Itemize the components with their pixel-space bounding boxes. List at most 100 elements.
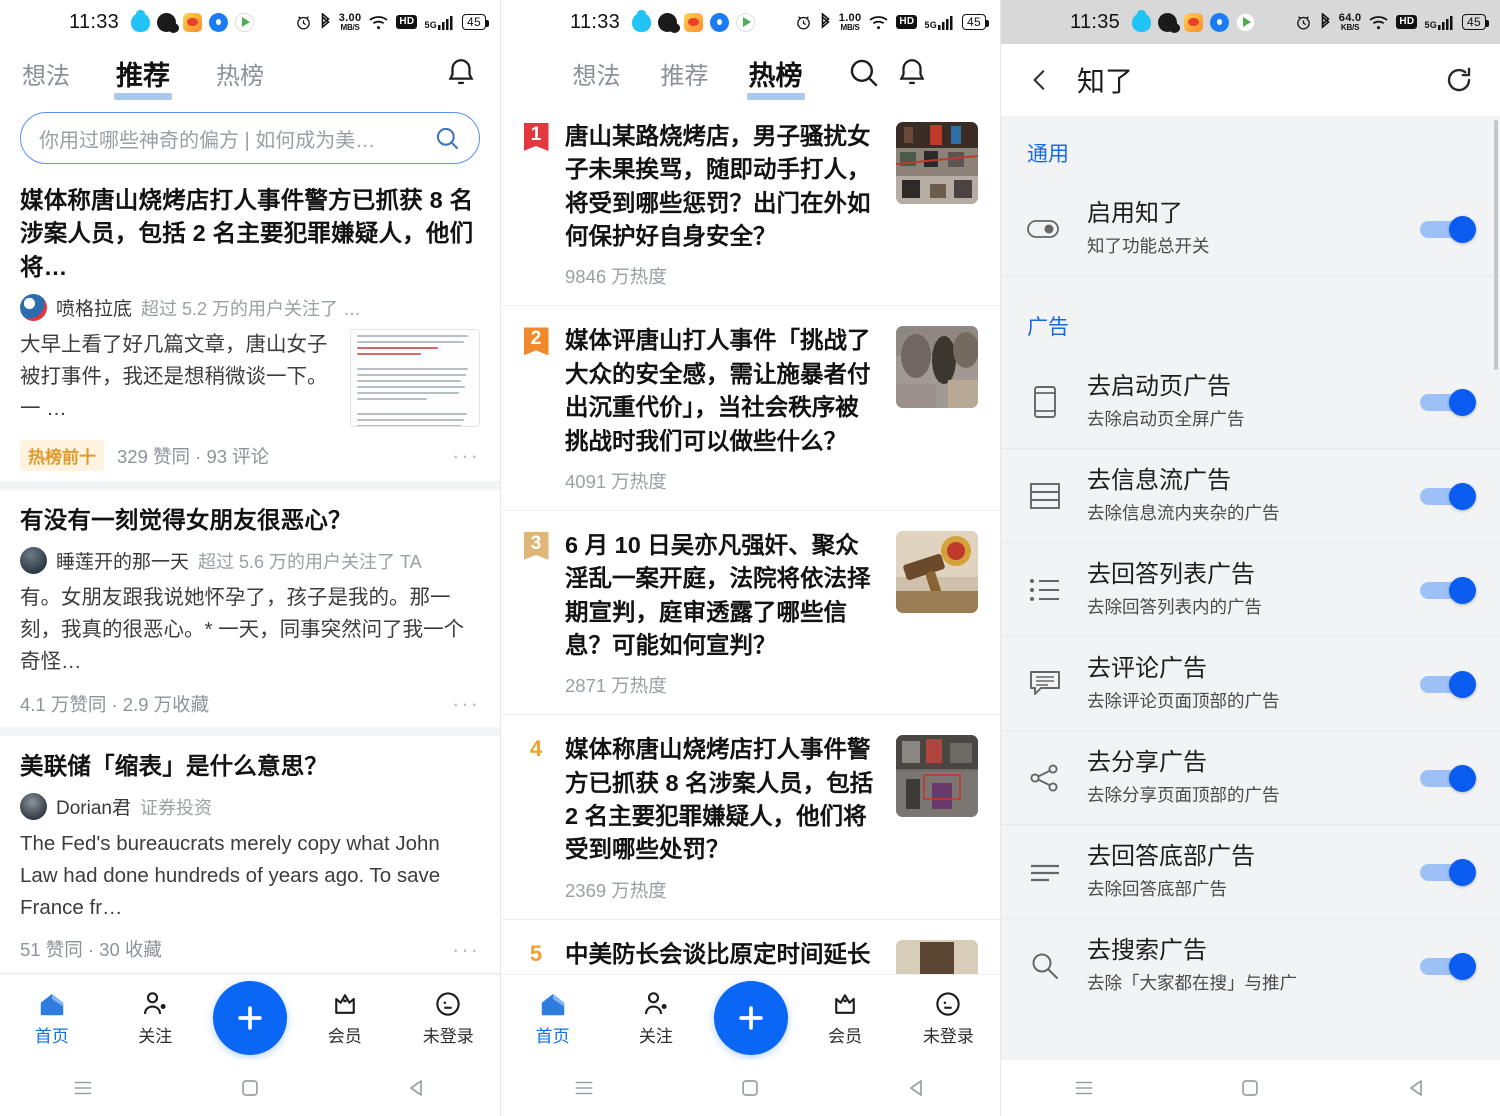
plus-icon bbox=[233, 1001, 267, 1035]
feed-card[interactable]: 有没有一刻觉得女朋友很恶心？ 睡莲开的那一天 超过 5.6 万的用户关注了 TA… bbox=[0, 490, 500, 727]
bell-icon[interactable] bbox=[444, 56, 478, 90]
bullet-list-icon bbox=[1025, 577, 1065, 603]
play-store-icon bbox=[235, 13, 254, 32]
settings-body[interactable]: 通用 启用知了 知了功能总开关 广告 去启动页广告 去除启动页全屏广告 bbox=[1001, 116, 1500, 1060]
avatar bbox=[20, 294, 47, 321]
settings-toggle[interactable] bbox=[1420, 767, 1476, 789]
panel-settings-zhiliao: 11:35 64.0KB/S HD 5G 45 知了 通用 bbox=[1000, 0, 1500, 1116]
compose-fab[interactable] bbox=[714, 981, 788, 1055]
settings-row-splash-ads[interactable]: 去启动页广告 去除启动页全屏广告 bbox=[1001, 355, 1500, 448]
android-home-button[interactable] bbox=[667, 1076, 833, 1100]
status-right-icons: 3.00MB/S HD 5G 45 bbox=[295, 13, 486, 32]
settings-toggle[interactable] bbox=[1420, 955, 1476, 977]
search-box[interactable]: 你用过哪些神奇的偏方 | 如何成为美… bbox=[20, 112, 480, 164]
settings-toggle[interactable] bbox=[1420, 391, 1476, 413]
wechat-icon bbox=[157, 13, 176, 32]
feed-card[interactable]: 媒体称唐山烧烤店打人事件警方已抓获 8 名涉案人员，包括 2 名主要犯罪嫌疑人，… bbox=[0, 170, 500, 481]
android-back-button[interactable] bbox=[333, 1076, 500, 1100]
settings-toggle[interactable] bbox=[1420, 485, 1476, 507]
panel-feed-recommend: 11:33 3.00MB/S HD 5G 45 想法 推荐 热榜 你用 bbox=[0, 0, 500, 1116]
home-square-icon bbox=[238, 1076, 262, 1100]
street-incident-photo bbox=[896, 735, 978, 817]
android-menu-button[interactable] bbox=[0, 1077, 167, 1099]
tab-想法[interactable]: 想法 bbox=[22, 56, 70, 91]
settings-toggle[interactable] bbox=[1420, 579, 1476, 601]
android-home-button[interactable] bbox=[1167, 1076, 1333, 1100]
nav-item-member[interactable]: 会员 bbox=[293, 989, 397, 1047]
app-blue-icon bbox=[1210, 13, 1229, 32]
tab-热榜[interactable]: 热榜 bbox=[749, 54, 803, 93]
more-options-icon[interactable]: ··· bbox=[452, 449, 480, 462]
hot-heat: 2369 万热度 bbox=[565, 877, 880, 903]
more-options-icon[interactable]: ··· bbox=[452, 697, 480, 710]
signal-icon: 5G bbox=[924, 15, 955, 30]
android-home-button[interactable] bbox=[167, 1076, 334, 1100]
scrollbar[interactable] bbox=[1494, 120, 1498, 370]
search-input[interactable]: 你用过哪些神奇的偏方 | 如何成为美… bbox=[39, 124, 426, 153]
settings-description: 去除回答底部广告 bbox=[1087, 876, 1398, 901]
back-chevron-icon[interactable] bbox=[1027, 65, 1053, 95]
nav-item-home[interactable]: 首页 bbox=[0, 989, 104, 1047]
feed-tabs-2: 想法 推荐 热榜 bbox=[501, 44, 1000, 102]
search-icon[interactable] bbox=[434, 125, 461, 152]
bbq-restaurant-photo bbox=[896, 122, 978, 204]
section-title-ads: 广告 bbox=[1001, 289, 1500, 355]
crown-icon bbox=[829, 989, 861, 1019]
settings-label: 去信息流广告 bbox=[1087, 466, 1398, 496]
bottom-navigation-2: 首页 关注 会员 未登录 bbox=[501, 974, 1000, 1060]
rank-number: 4 bbox=[530, 736, 542, 902]
feed-card[interactable]: 美联储「缩表」是什么意思？ Dorian君 证券投资 The Fed's bur… bbox=[0, 736, 500, 973]
android-system-nav-3 bbox=[1001, 1060, 1500, 1116]
settings-toggle[interactable] bbox=[1420, 861, 1476, 883]
nav-item-account[interactable]: 未登录 bbox=[397, 989, 501, 1047]
card-stats: 51 赞同 · 30 收藏 bbox=[20, 936, 162, 962]
hot-thumbnail bbox=[896, 326, 978, 408]
settings-row-enable[interactable]: 启用知了 知了功能总开关 bbox=[1001, 182, 1500, 275]
phone-splash-icon bbox=[1025, 385, 1065, 419]
settings-toggle[interactable] bbox=[1420, 673, 1476, 695]
android-back-button[interactable] bbox=[834, 1076, 1000, 1100]
compose-fab[interactable] bbox=[213, 981, 287, 1055]
card-footer: 热榜前十 329 赞同 · 93 评论 ··· bbox=[20, 440, 480, 471]
account-icon bbox=[432, 989, 464, 1019]
author-name[interactable]: 睡莲开的那一天 bbox=[56, 547, 189, 574]
nav-item-account[interactable]: 未登录 bbox=[897, 989, 1000, 1047]
author-name[interactable]: 喷格拉底 bbox=[56, 294, 132, 321]
bluetooth-icon bbox=[819, 13, 832, 31]
hot-list-item[interactable]: 3 6 月 10 日吴亦凡强奸、聚众淫乱一案开庭，法院将依法择期宣判，庭审透露了… bbox=[501, 510, 1000, 714]
search-icon bbox=[1025, 951, 1065, 981]
hot-list-item[interactable]: 2 媒体评唐山打人事件「挑战了大众的安全感，需让施暴者付出沉重代价」，当社会秩序… bbox=[501, 305, 1000, 509]
settings-toggle[interactable] bbox=[1420, 218, 1476, 240]
tab-推荐[interactable]: 推荐 bbox=[661, 56, 709, 91]
hot-list-item[interactable]: 4 媒体称唐山烧烤店打人事件警方已抓获 8 名涉案人员，包括 2 名主要犯罪嫌疑… bbox=[501, 714, 1000, 918]
settings-row-answer-list-ads[interactable]: 去回答列表广告 去除回答列表内的广告 bbox=[1001, 542, 1500, 636]
tab-热榜[interactable]: 热榜 bbox=[216, 56, 264, 91]
nav-item-member[interactable]: 会员 bbox=[794, 989, 897, 1047]
settings-row-share-ads[interactable]: 去分享广告 去除分享页面顶部的广告 bbox=[1001, 730, 1500, 824]
more-options-icon[interactable]: ··· bbox=[452, 943, 480, 956]
tab-想法[interactable]: 想法 bbox=[573, 56, 621, 91]
tab-推荐[interactable]: 推荐 bbox=[116, 54, 170, 93]
settings-row-comment-ads[interactable]: 去评论广告 去除评论页面顶部的广告 bbox=[1001, 636, 1500, 730]
settings-row-feed-ads[interactable]: 去信息流广告 去除信息流内夹杂的广告 bbox=[1001, 448, 1500, 542]
nav-item-follow[interactable]: 关注 bbox=[104, 989, 208, 1047]
search-icon[interactable] bbox=[847, 56, 881, 90]
nav-item-follow[interactable]: 关注 bbox=[604, 989, 707, 1047]
bell-icon[interactable] bbox=[895, 56, 929, 90]
hot-title: 媒体评唐山打人事件「挑战了大众的安全感，需让施暴者付出沉重代价」，当社会秩序被挑… bbox=[565, 324, 880, 457]
page-title: 知了 bbox=[1077, 60, 1133, 100]
share-icon bbox=[1025, 763, 1065, 793]
refresh-icon[interactable] bbox=[1444, 65, 1474, 95]
author-name[interactable]: Dorian君 bbox=[56, 793, 131, 820]
android-menu-button[interactable] bbox=[1001, 1077, 1167, 1099]
alarm-icon bbox=[1295, 14, 1312, 31]
signal-icon: 5G bbox=[1424, 15, 1455, 30]
hot-list-item[interactable]: 1 唐山某路烧烤店，男子骚扰女子未果挨骂，随即动手打人，将受到哪些惩罚？出门在外… bbox=[501, 102, 1000, 305]
card-stats: 4.1 万赞同 · 2.9 万收藏 bbox=[20, 691, 209, 717]
card-stats: 329 赞同 · 93 评论 bbox=[117, 443, 269, 469]
android-back-button[interactable] bbox=[1334, 1076, 1500, 1100]
nav-item-home[interactable]: 首页 bbox=[501, 989, 604, 1047]
settings-row-search-ads[interactable]: 去搜索广告 去除「大家都在搜」与推广 bbox=[1001, 918, 1500, 1012]
android-menu-button[interactable] bbox=[501, 1077, 667, 1099]
settings-row-answer-bottom-ads[interactable]: 去回答底部广告 去除回答底部广告 bbox=[1001, 824, 1500, 918]
